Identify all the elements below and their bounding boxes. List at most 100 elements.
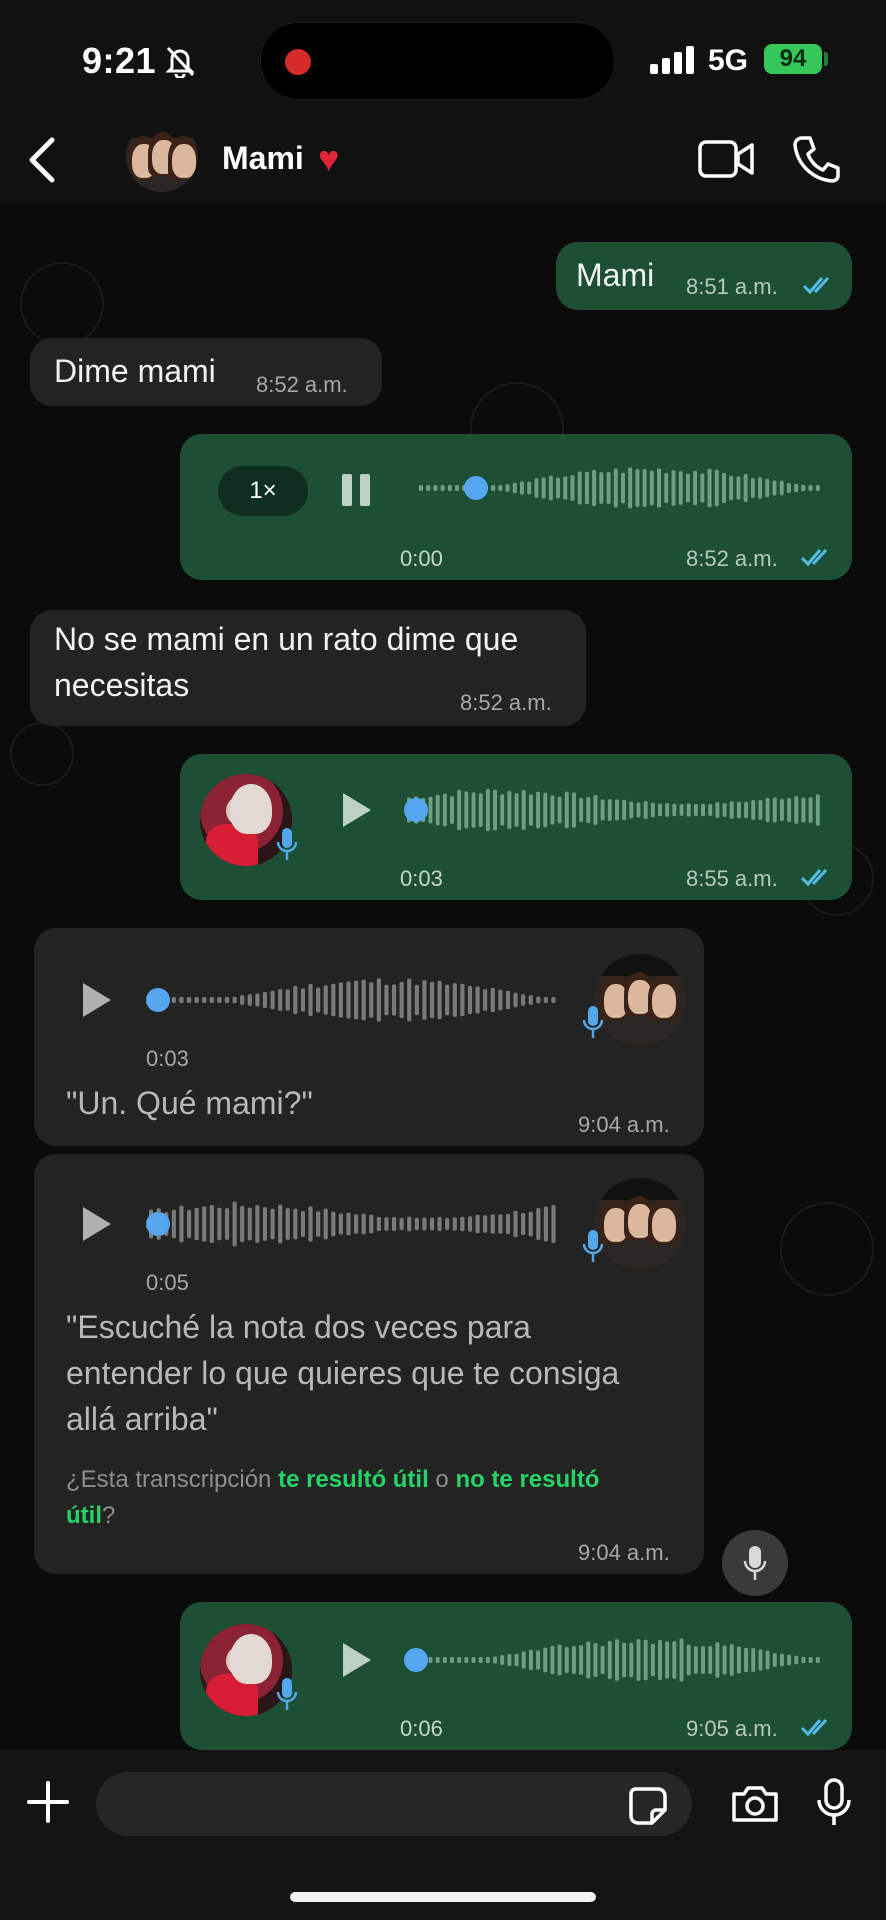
feedback-or: o [428,1466,456,1493]
waveform-bar [556,477,561,499]
message-input[interactable] [96,1772,692,1836]
double-check-icon [800,1718,828,1737]
playback-position-handle[interactable] [146,988,170,1012]
message-bubble-incoming[interactable]: No se mami en un rato dime que necesitas… [30,610,586,726]
waveform-bar [593,1643,598,1677]
waveform-bar [794,1655,799,1665]
plus-icon[interactable] [26,1780,70,1824]
playback-position-handle[interactable] [404,798,428,822]
mic-icon[interactable] [816,1778,852,1828]
waveform-bar [500,794,505,826]
waveform-bar [202,1206,207,1242]
waveform-bar [433,485,438,491]
waveform-bar [422,980,427,1020]
waveform-bar [722,472,726,504]
camera-icon[interactable] [730,1784,780,1824]
waveform-bar [316,987,321,1013]
waveform-bar [649,470,654,506]
phone-call-icon[interactable] [792,134,840,184]
playback-speed-button[interactable]: 1× [218,466,308,516]
waveform-bar [209,1204,214,1244]
waveform-bar [808,485,813,491]
play-icon[interactable] [340,1640,374,1680]
waveform-bar [751,800,756,820]
sticker-icon[interactable] [628,1786,668,1826]
voice-message-outgoing[interactable]: 0:06 9:05 a.m. [180,1602,852,1750]
waveform-bar [467,985,473,1015]
video-call-icon[interactable] [698,138,754,180]
signal-icon [650,46,694,74]
audio-waveform[interactable] [402,780,828,840]
audio-waveform[interactable] [414,458,828,518]
back-chevron-icon[interactable] [22,134,66,186]
audio-waveform[interactable] [402,1630,828,1690]
contact-avatar[interactable] [126,120,198,192]
waveform-bar [758,800,763,820]
wallpaper-doodle [20,262,104,346]
playback-position-handle[interactable] [146,1212,170,1236]
message-bubble-incoming[interactable]: Dime mami 8:52 a.m. [30,338,382,406]
waveform-bar [629,1642,634,1678]
audio-waveform[interactable] [144,1194,564,1254]
waveform-bar [779,799,784,821]
message-time: 8:52 a.m. [686,546,778,571]
waveform-bar [664,472,669,504]
waveform-bar [429,981,435,1019]
voice-message-incoming[interactable]: 0:03 "Un. Qué mami?" 9:04 a.m. [34,928,704,1146]
waveform-bar [563,476,568,500]
waveform-bar [536,1650,541,1670]
waveform-bar [751,1648,756,1672]
waveform-bar [657,468,662,508]
waveform-bar [391,1217,397,1231]
waveform-bar [693,1646,698,1674]
waveform-bar [514,1653,519,1667]
chat-header: Mami ♥ [0,118,886,202]
message-bubble-outgoing[interactable]: Mami 8:51 a.m. [556,242,852,310]
waveform-bar [536,791,541,829]
waveform-bar [491,485,496,491]
chat-area[interactable]: Mami 8:51 a.m. Dime mami 8:52 a.m. 1× 0:… [0,202,886,1750]
waveform-bar [672,1641,677,1679]
audio-waveform[interactable] [144,970,564,1030]
waveform-bar [224,1208,230,1240]
waveform-bar [361,979,366,1021]
waveform-bar [414,984,419,1016]
waveform-bar [650,802,655,818]
waveform-bar [514,793,519,827]
dynamic-island [260,22,615,100]
play-icon[interactable] [80,1204,114,1244]
waveform-bar [346,981,351,1019]
waveform-bar [622,799,627,821]
waveform-bar [331,1211,336,1237]
waveform-bar [801,1656,806,1664]
voice-message-incoming[interactable]: 0:05 "Escuché la nota dos veces para ent… [34,1154,704,1574]
waveform-bar [505,990,511,1010]
mic-icon [743,1546,767,1580]
sender-avatar [594,954,686,1046]
waveform-bar [442,793,447,827]
feedback-useful-link[interactable]: te resultó útil [278,1466,429,1493]
waveform-bar [758,477,763,499]
recording-indicator [285,49,311,75]
waveform-bar [450,796,454,824]
waveform-bar [606,472,611,504]
playback-position-handle[interactable] [404,1648,428,1672]
waveform-bar [483,1215,488,1233]
contact-name[interactable]: Mami [222,140,304,177]
waveform-bar [179,997,184,1003]
waveform-bar [815,794,820,826]
pause-icon[interactable] [340,472,374,508]
waveform-bar [490,988,495,1012]
playback-position-handle[interactable] [464,476,488,500]
waveform-bar [794,483,799,493]
waveform-bar [437,980,442,1020]
waveform-bar [471,1657,476,1663]
play-icon[interactable] [340,790,374,830]
transcribe-mic-button[interactable] [722,1530,788,1596]
play-icon[interactable] [80,980,114,1020]
voice-message-outgoing[interactable]: 0:03 8:55 a.m. [180,754,852,900]
waveform-bar [743,474,748,502]
waveform-bar [543,792,548,828]
voice-message-outgoing[interactable]: 1× 0:00 8:52 a.m. [180,434,852,580]
status-bar: 9:21 5G 94 [0,0,886,118]
